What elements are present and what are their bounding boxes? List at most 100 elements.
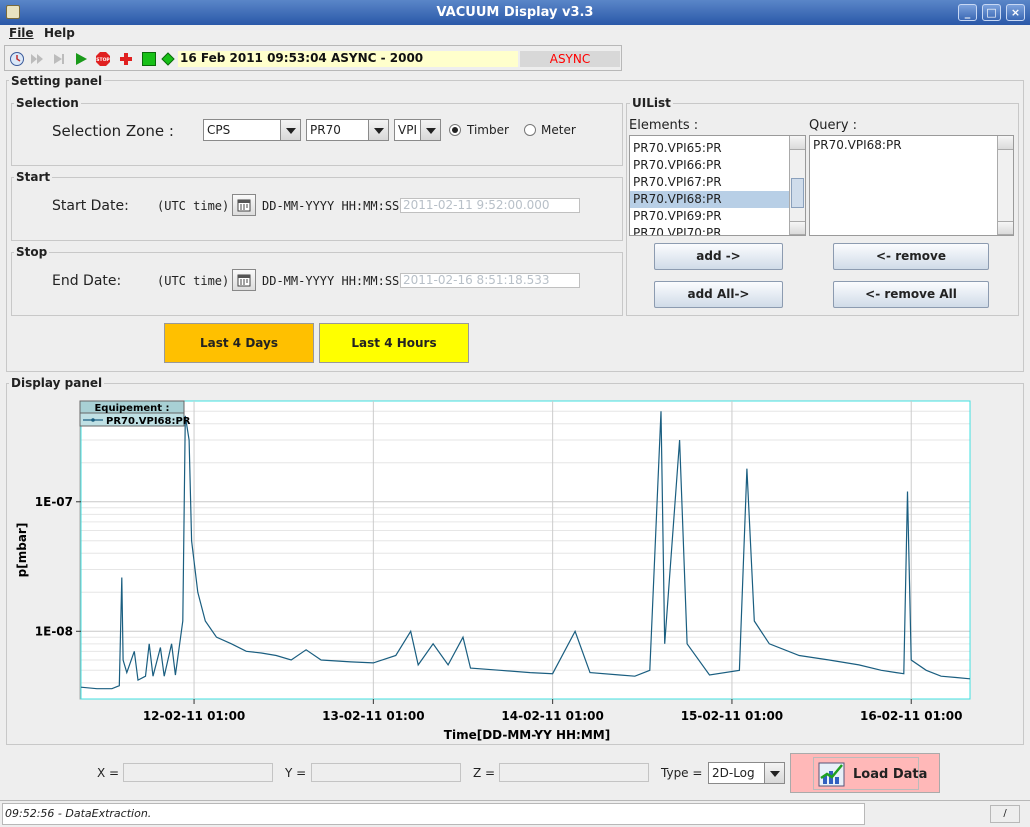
x-coord-field[interactable]: [123, 763, 273, 782]
list-item[interactable]: PR70.VPI70:PR: [630, 225, 790, 235]
y-coord-label: Y =: [285, 766, 307, 780]
minimize-button[interactable]: _: [958, 4, 977, 21]
add-button[interactable]: add ->: [654, 243, 783, 270]
plot-type-label: Type =: [661, 766, 703, 780]
y-tick-label: 1E-08: [35, 624, 73, 638]
end-format-label: DD-MM-YYYY HH:MM:SS: [262, 274, 400, 288]
x-coord-label: X =: [97, 766, 120, 780]
selection-zone-label: Selection Zone :: [52, 122, 174, 140]
async-status-badge: ASYNC: [520, 51, 620, 67]
list-item[interactable]: PR70.VPI69:PR: [630, 208, 790, 225]
chevron-down-icon[interactable]: [420, 120, 440, 140]
legend-title: Equipement :: [94, 403, 169, 414]
status-message: 09:52:56 - DataExtraction.: [5, 807, 152, 820]
remove-all-button[interactable]: <- remove All: [833, 281, 989, 308]
query-list[interactable]: PR70.VPI68:PR: [809, 135, 1014, 236]
svg-text:STOP: STOP: [96, 57, 110, 63]
window-title-bar: VACUUM Display v3.3 _ □ ×: [0, 0, 1030, 25]
display-panel-title: Display panel: [9, 376, 105, 390]
menu-bar: File Help: [0, 25, 1030, 43]
chart-legend: Equipement : PR70.VPI68:PR: [79, 400, 191, 427]
end-tz-label: (UTC time): [157, 274, 230, 288]
skip-icon[interactable]: [52, 52, 66, 66]
list-item[interactable]: PR70.VPI68:PR: [810, 137, 998, 154]
setting-panel-title: Setting panel: [9, 74, 105, 88]
red-cross-icon[interactable]: [119, 52, 133, 66]
pressure-chart[interactable]: 12-02-11 01:00 13-02-11 01:00 14-02-11 01:…: [0, 390, 1030, 750]
zone-value: CPS: [207, 123, 231, 137]
start-date-input[interactable]: 2011-02-11 9:52:00.000: [400, 198, 580, 213]
menu-help[interactable]: Help: [44, 26, 75, 40]
start-format-label: DD-MM-YYYY HH:MM:SS: [262, 199, 400, 213]
list-item[interactable]: PR70.VPI67:PR: [630, 174, 790, 191]
scroll-up-icon[interactable]: [998, 136, 1013, 150]
z-coord-field[interactable]: [499, 763, 649, 782]
status-bar: 09:52:56 - DataExtraction. /: [0, 800, 1030, 827]
scroll-down-icon[interactable]: [790, 221, 805, 235]
uilist-group-title: UIList: [630, 96, 673, 110]
load-data-label: Load Data: [853, 767, 928, 782]
plot-type-value: 2D-Log: [712, 766, 755, 780]
end-date-input[interactable]: 2011-02-16 8:51:18.533: [400, 273, 580, 288]
chevron-down-icon[interactable]: [368, 120, 388, 140]
green-square-icon[interactable]: [142, 52, 156, 66]
z-coord-label: Z =: [473, 766, 496, 780]
list-item[interactable]: PR70.VPI65:PR: [630, 140, 790, 157]
x-tick-label: 13-02-11 01:00: [322, 709, 424, 723]
type-combo[interactable]: VPI: [394, 119, 441, 141]
scroll-down-icon[interactable]: [998, 221, 1013, 235]
toolbar: STOP 16 Feb 2011 09:53:04 ASYNC - 2000 A…: [4, 45, 622, 71]
remove-button[interactable]: <- remove: [833, 243, 989, 270]
last-4-hours-button[interactable]: Last 4 Hours: [319, 323, 469, 363]
chevron-down-icon[interactable]: [280, 120, 300, 140]
zone-combo[interactable]: CPS: [203, 119, 301, 141]
stop-group-title: Stop: [14, 245, 50, 259]
list-item[interactable]: PR70.VPI66:PR: [630, 157, 790, 174]
menu-file[interactable]: File: [9, 26, 34, 40]
radio-timber-label: Timber: [467, 123, 509, 137]
list-item-selected[interactable]: PR70.VPI68:PR: [630, 191, 790, 208]
query-label: Query :: [809, 118, 858, 133]
end-date-label: End Date:: [52, 273, 122, 289]
load-data-button[interactable]: Load Data: [790, 753, 940, 793]
datetime-readout: 16 Feb 2011 09:53:04 ASYNC - 2000: [178, 51, 518, 67]
type-value: VPI: [398, 123, 417, 137]
calendar-icon: [237, 199, 251, 212]
plot-type-combo[interactable]: 2D-Log: [708, 762, 785, 784]
play-icon[interactable]: [74, 52, 88, 66]
maximize-button[interactable]: □: [982, 4, 1001, 21]
x-tick-label: 12-02-11 01:00: [143, 709, 245, 723]
x-axis-label: Time[DD-MM-YY HH:MM]: [444, 728, 610, 742]
stop-icon[interactable]: STOP: [96, 52, 110, 66]
x-tick-label: 16-02-11 01:00: [860, 709, 962, 723]
scroll-thumb[interactable]: [791, 178, 804, 208]
start-date-label: Start Date:: [52, 198, 129, 214]
scroll-up-icon[interactable]: [790, 136, 805, 150]
end-calendar-button[interactable]: [232, 269, 256, 291]
status-corner: /: [990, 805, 1020, 823]
radio-meter-label: Meter: [541, 123, 576, 137]
radio-meter[interactable]: [524, 124, 536, 136]
x-tick-label: 14-02-11 01:00: [501, 709, 603, 723]
start-tz-label: (UTC time): [157, 199, 230, 213]
chevron-down-icon[interactable]: [764, 763, 784, 783]
fast-forward-icon[interactable]: [30, 52, 44, 66]
green-diamond-icon: [161, 52, 175, 66]
elements-label: Elements :: [629, 118, 699, 133]
y-coord-field[interactable]: [311, 763, 461, 782]
y-axis-label: p[mbar]: [15, 523, 29, 578]
query-scrollbar[interactable]: [997, 136, 1013, 235]
clock-icon[interactable]: [9, 51, 25, 67]
start-calendar-button[interactable]: [232, 194, 256, 216]
start-group-title: Start: [14, 170, 53, 184]
x-tick-label: 15-02-11 01:00: [681, 709, 783, 723]
close-button[interactable]: ×: [1006, 4, 1025, 21]
sector-combo[interactable]: PR70: [306, 119, 389, 141]
elements-scrollbar[interactable]: [789, 136, 805, 235]
legend-series-name: PR70.VPI68:PR: [106, 416, 191, 427]
radio-timber[interactable]: [449, 124, 461, 136]
last-4-days-button[interactable]: Last 4 Days: [164, 323, 314, 363]
add-all-button[interactable]: add All->: [654, 281, 783, 308]
y-tick-label: 1E-07: [35, 495, 73, 509]
elements-list[interactable]: PR70.VPI65:PR PR70.VPI66:PR PR70.VPI67:P…: [629, 135, 806, 236]
